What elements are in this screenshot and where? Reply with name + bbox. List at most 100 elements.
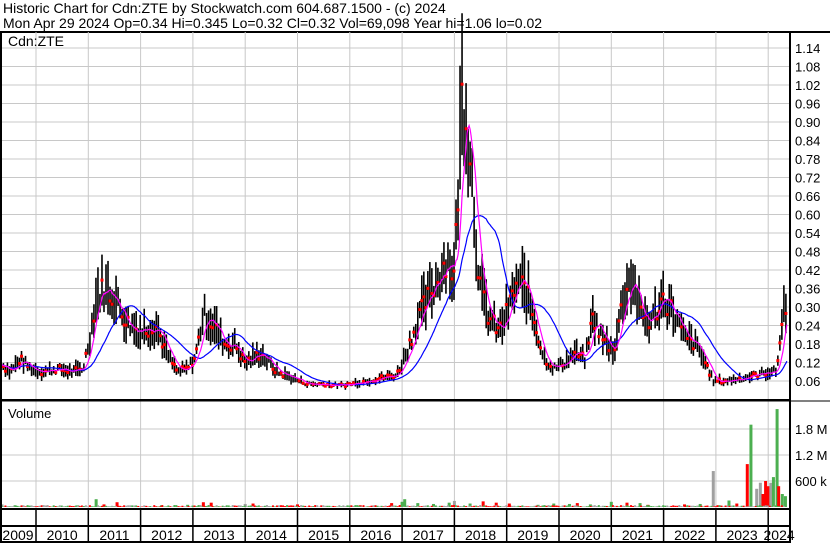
volume-bar	[442, 505, 445, 507]
volume-bar	[567, 505, 570, 507]
volume-bar	[68, 505, 71, 507]
volume-bar	[239, 505, 242, 507]
volume-bar	[368, 506, 371, 507]
close-dot	[514, 281, 518, 285]
year-tick-label: 2021	[622, 527, 653, 543]
volume-bar	[167, 505, 170, 507]
volume-bar	[694, 506, 697, 507]
close-dot	[778, 341, 782, 345]
volume-bar	[742, 505, 745, 507]
price-tick-label: 0.36	[795, 282, 820, 297]
close-dot	[418, 308, 422, 312]
volume-bar	[30, 505, 33, 507]
year-tick-label: 2024	[764, 527, 795, 543]
year-tick-label: 2019	[517, 527, 548, 543]
volume-bar	[334, 506, 337, 507]
volume-bar	[619, 505, 622, 507]
volume-bar	[521, 505, 524, 507]
volume-bar	[386, 506, 389, 507]
volume-bar	[762, 505, 765, 507]
volume-bar	[294, 505, 297, 507]
close-dot	[486, 321, 490, 325]
close-dot	[589, 321, 593, 325]
close-dot	[412, 330, 416, 334]
volume-bar	[432, 506, 435, 507]
volume-bar	[133, 505, 136, 507]
volume-bar	[201, 506, 204, 507]
close-dot	[144, 332, 148, 336]
volume-bar	[686, 505, 689, 507]
volume-bar	[418, 506, 421, 507]
close-dot	[92, 319, 96, 323]
price-tick-label: 0.60	[795, 208, 820, 223]
price-tick-label: 0.90	[795, 115, 820, 130]
volume-bar	[666, 505, 669, 507]
volume-bar	[711, 471, 715, 507]
volume-bar	[585, 506, 588, 507]
volume-bar	[247, 505, 250, 507]
volume-bar	[527, 506, 530, 507]
volume-bar	[497, 505, 500, 507]
volume-bar	[382, 506, 385, 507]
volume-bar	[682, 506, 685, 507]
volume-bar	[175, 505, 178, 507]
volume-bar	[670, 505, 673, 507]
volume-bar	[384, 505, 387, 507]
close-dot	[460, 82, 464, 86]
volume-bar	[181, 505, 184, 507]
volume-bar	[352, 505, 355, 507]
volume-bar	[533, 505, 536, 507]
volume-bar	[275, 505, 278, 507]
volume-bar	[8, 506, 11, 507]
volume-bar	[487, 506, 490, 507]
volume-bar	[338, 505, 341, 507]
volume-bar	[205, 505, 208, 507]
volume-bar	[531, 506, 534, 507]
close-dot	[482, 290, 486, 294]
volume-bar	[535, 505, 538, 507]
volume-bar	[605, 505, 608, 507]
close-dot	[655, 317, 659, 321]
price-tick-label: 0.72	[795, 171, 820, 186]
close-dot	[488, 317, 492, 321]
volume-bar	[668, 506, 671, 507]
short-moving-average-line	[0, 123, 788, 387]
volume-bar	[139, 506, 142, 507]
volume-bar	[203, 505, 206, 507]
volume-bar	[267, 505, 270, 507]
volume-bar	[736, 506, 739, 507]
close-dot	[659, 297, 663, 301]
volume-bar	[744, 506, 747, 507]
volume-bar	[571, 505, 574, 507]
volume-bar	[777, 486, 781, 507]
volume-bar	[96, 505, 99, 507]
volume-bar	[410, 505, 413, 507]
volume-bar	[784, 506, 787, 507]
volume-bar	[761, 494, 765, 507]
volume-bar	[370, 505, 373, 507]
close-dot	[780, 322, 784, 326]
volume-bar	[469, 505, 472, 507]
volume-bar	[446, 505, 449, 507]
volume-bar	[153, 505, 156, 507]
volume-bar	[265, 505, 268, 507]
volume-bar	[320, 505, 323, 507]
close-dot	[496, 326, 500, 330]
volume-bar	[569, 506, 572, 507]
volume-bar	[770, 506, 773, 507]
volume-bar	[326, 505, 329, 507]
volume-bar	[231, 505, 234, 507]
volume-bar	[710, 505, 713, 507]
volume-bar	[42, 505, 45, 507]
chart-frame	[0, 32, 830, 543]
close-dot	[549, 364, 553, 368]
volume-bar	[557, 505, 560, 507]
volume-bar	[583, 506, 586, 507]
volume-bar	[284, 506, 287, 507]
volume-bar	[768, 505, 771, 507]
price-tick-label: 0.84	[795, 134, 820, 149]
close-dot	[211, 326, 215, 330]
close-dot	[619, 303, 623, 307]
volume-bar	[684, 505, 687, 507]
volume-bar	[597, 505, 600, 507]
